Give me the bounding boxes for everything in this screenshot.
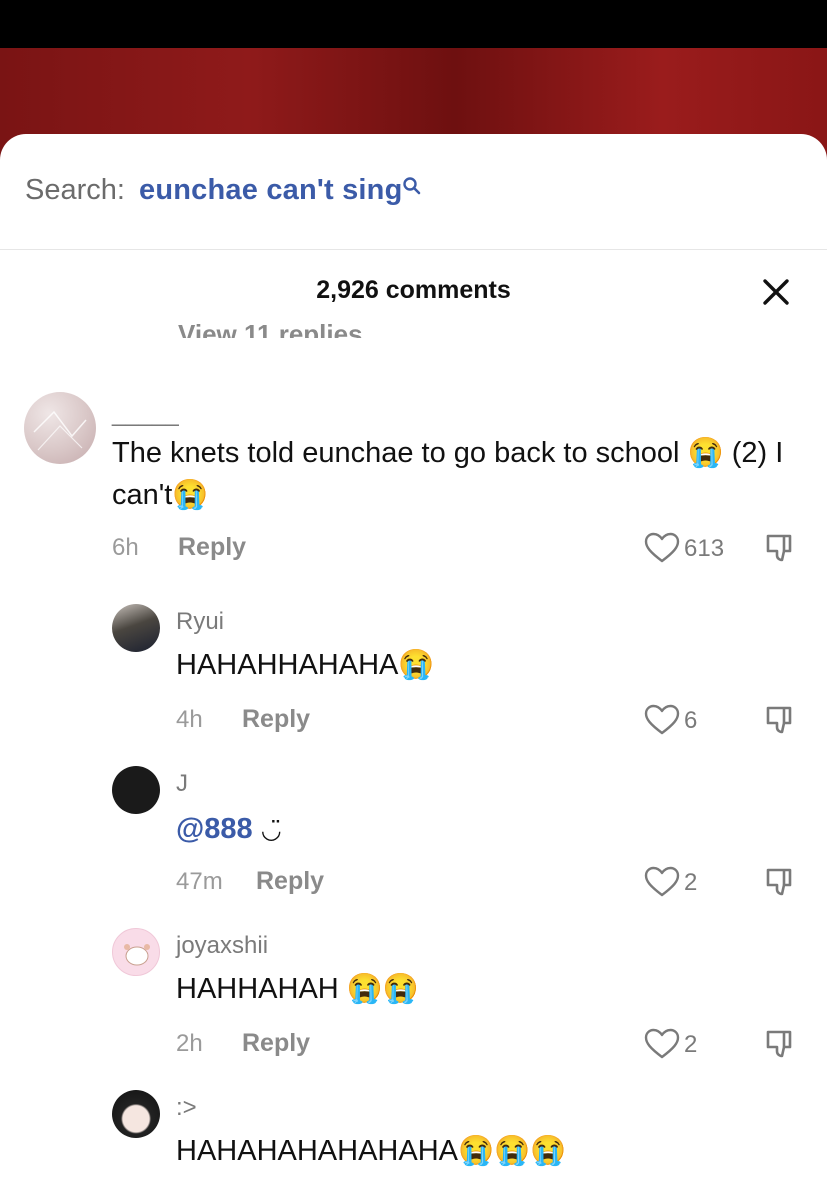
dislike-icon[interactable]	[764, 866, 796, 898]
avatar[interactable]	[112, 1090, 160, 1138]
smile-glyph: ◡̈	[260, 817, 282, 844]
dislike-icon[interactable]	[764, 1028, 796, 1060]
search-icon	[403, 177, 421, 195]
view-replies-label: View 11 replies	[178, 319, 363, 338]
comment: joyaxshii HAHHAHAH 😭😭 2h Reply 2	[0, 926, 827, 1066]
like-count: 2	[684, 1031, 698, 1058]
mention-link[interactable]: @888	[176, 813, 253, 845]
comment: :> HAHAHAHAHAHAHA😭😭😭	[0, 1088, 827, 1187]
search-bar[interactable]: Search: eunchae can't sing	[0, 134, 827, 250]
comment-username[interactable]: joyaxshii	[176, 932, 268, 960]
dislike-icon[interactable]	[764, 704, 796, 736]
like-count: 2	[684, 869, 698, 896]
like-count: 613	[684, 535, 725, 562]
comment-time: 47m	[176, 868, 223, 895]
search-label: Search:	[25, 174, 125, 206]
comment-time: 4h	[176, 706, 203, 733]
comment-username[interactable]: Ryui	[176, 608, 224, 636]
reply-button[interactable]: Reply	[256, 867, 324, 896]
comments-sheet: Search: eunchae can't sing 2,926 comment…	[0, 134, 827, 1187]
comment-time: 6h	[112, 534, 139, 561]
reply-button[interactable]: Reply	[242, 705, 310, 734]
comment-text: HAHAHAHAHAHAHA😭😭😭	[176, 1135, 567, 1167]
reply-button[interactable]: Reply	[178, 533, 246, 562]
reply-button[interactable]: Reply	[242, 1029, 310, 1058]
avatar[interactable]	[112, 766, 160, 814]
comments-count: 2,926 comments	[316, 276, 511, 304]
heart-icon[interactable]	[644, 532, 680, 564]
heart-icon[interactable]	[644, 1028, 680, 1060]
avatar[interactable]	[112, 928, 160, 976]
comments-header: 2,926 comments	[0, 251, 827, 331]
search-term-link[interactable]: eunchae can't sing	[139, 174, 403, 207]
comment-text: @888 ◡̈	[176, 808, 282, 852]
avatar[interactable]	[24, 392, 96, 464]
comment-text: The knets told eunchae to go back to sch…	[112, 437, 784, 511]
comment-username[interactable]: _____	[112, 400, 179, 428]
heart-icon[interactable]	[644, 704, 680, 736]
dislike-icon[interactable]	[764, 532, 796, 564]
comment: J @888 ◡̈ 47m Reply 2	[0, 764, 827, 904]
close-icon[interactable]	[760, 276, 792, 308]
avatar[interactable]	[112, 604, 160, 652]
comment-text: HAHAHHAHAHA😭	[176, 649, 435, 681]
comment-time: 2h	[176, 1030, 203, 1057]
comment: _____ The knets told eunchae to go back …	[0, 390, 827, 570]
status-bar	[0, 0, 827, 48]
comment-username[interactable]: :>	[176, 1094, 197, 1122]
comment: Ryui HAHAHHAHAHA😭 4h Reply 6	[0, 602, 827, 742]
heart-icon[interactable]	[644, 866, 680, 898]
comment-username[interactable]: J	[176, 770, 188, 798]
comment-text: HAHHAHAH 😭😭	[176, 973, 420, 1005]
like-count: 6	[684, 707, 698, 734]
view-replies-link[interactable]: View 11 replies	[178, 310, 378, 338]
